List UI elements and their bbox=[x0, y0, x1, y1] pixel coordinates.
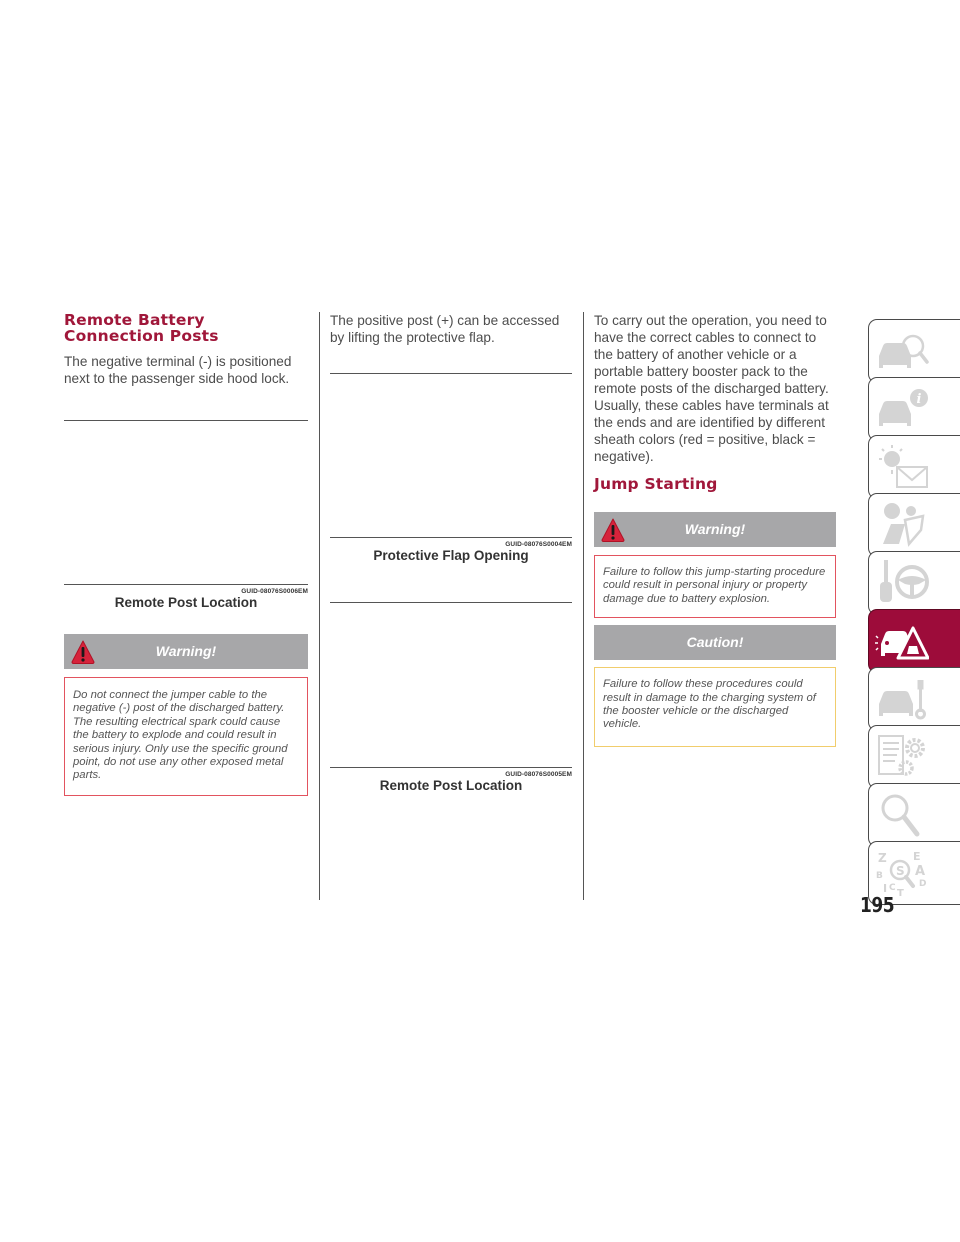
car-wrench-icon bbox=[879, 680, 926, 720]
column-2: The positive post (+) can be accessed by… bbox=[330, 312, 572, 793]
figure-image-area bbox=[64, 421, 308, 584]
svg-text:B: B bbox=[876, 871, 883, 881]
svg-text:E: E bbox=[913, 850, 921, 863]
sidebar-tab-servicing-maintenance[interactable] bbox=[868, 667, 960, 731]
svg-text:S: S bbox=[896, 864, 905, 878]
warning-box: Failure to follow this jump-starting pro… bbox=[594, 555, 836, 619]
warning-header: Warning! bbox=[64, 634, 308, 669]
svg-text:i: i bbox=[917, 392, 922, 407]
specs-gears-icon bbox=[878, 735, 925, 776]
column-1: Remote Battery Connection Posts The nega… bbox=[64, 312, 308, 796]
sidebar-tab-search[interactable] bbox=[868, 783, 960, 847]
search-icon bbox=[881, 794, 920, 837]
sidebar-tab-dashboard-info[interactable]: i bbox=[868, 377, 960, 441]
svg-text:Z: Z bbox=[878, 851, 887, 865]
warning-title: Warning! bbox=[684, 521, 746, 537]
warning-header: Warning! bbox=[594, 512, 836, 547]
caution-box: Failure to follow these procedures could… bbox=[594, 667, 836, 747]
sidebar-tab-technical-specifications[interactable] bbox=[868, 725, 960, 789]
caution-title: Caution! bbox=[686, 634, 744, 651]
index-alphabet-icon: Z E A B D I C T S bbox=[876, 850, 926, 898]
svg-text:D: D bbox=[919, 879, 926, 889]
page-number: 195 bbox=[860, 893, 895, 917]
column-divider bbox=[319, 312, 320, 900]
figure-guid: GUID-08076S0006EM bbox=[241, 588, 308, 595]
warning-triangle-icon bbox=[601, 518, 625, 542]
warning-triangle-icon bbox=[71, 640, 95, 664]
svg-text:A: A bbox=[915, 864, 925, 879]
sidebar-tab-safety[interactable] bbox=[868, 493, 960, 557]
key-steering-wheel-icon bbox=[880, 560, 929, 602]
section-heading: Jump Starting bbox=[594, 475, 718, 493]
car-magnifier-icon bbox=[879, 334, 929, 368]
sidebar-tab-starting-driving[interactable] bbox=[868, 551, 960, 615]
warning-box: Do not connect the jumper cable to the n… bbox=[64, 677, 308, 796]
body-paragraph: The negative terminal (-) is positioned … bbox=[64, 354, 292, 386]
figure-image-area bbox=[330, 374, 572, 537]
airbag-seatbelt-icon bbox=[883, 503, 925, 547]
warning-light-message-icon bbox=[879, 445, 928, 488]
car-info-icon: i bbox=[879, 389, 928, 426]
svg-text:C: C bbox=[889, 883, 896, 893]
column-divider bbox=[583, 312, 584, 900]
caution-header: Caution! bbox=[594, 625, 836, 661]
body-paragraph: To carry out the operation, you need to … bbox=[594, 313, 829, 464]
sidebar-tab-in-case-of-emergency[interactable] bbox=[868, 609, 960, 673]
column-3: To carry out the operation, you need to … bbox=[594, 312, 836, 747]
sidebar-tab-warning-lights[interactable] bbox=[868, 435, 960, 499]
figure-caption: Protective Flap Opening bbox=[373, 548, 529, 563]
warning-title: Warning! bbox=[155, 643, 217, 659]
figure-bottom-rule bbox=[64, 584, 308, 585]
figure-caption: Remote Post Location bbox=[114, 595, 258, 610]
car-breakdown-triangle-icon bbox=[875, 626, 929, 660]
sidebar-tab-getting-to-know-vehicle[interactable] bbox=[868, 319, 960, 383]
heading-line-2: Connection Posts bbox=[64, 327, 219, 345]
section-heading: Remote Battery Connection Posts bbox=[64, 312, 308, 344]
figure-image-area bbox=[330, 603, 572, 767]
figure-caption: Remote Post Location bbox=[379, 778, 523, 793]
svg-text:T: T bbox=[897, 888, 904, 898]
figure-guid: GUID-08076S0004EM bbox=[505, 541, 572, 548]
figure-bottom-rule bbox=[330, 537, 572, 538]
figure-bottom-rule bbox=[330, 767, 572, 768]
figure-guid: GUID-08076S0005EM bbox=[505, 771, 572, 778]
body-paragraph: The positive post (+) can be accessed by… bbox=[330, 313, 560, 345]
